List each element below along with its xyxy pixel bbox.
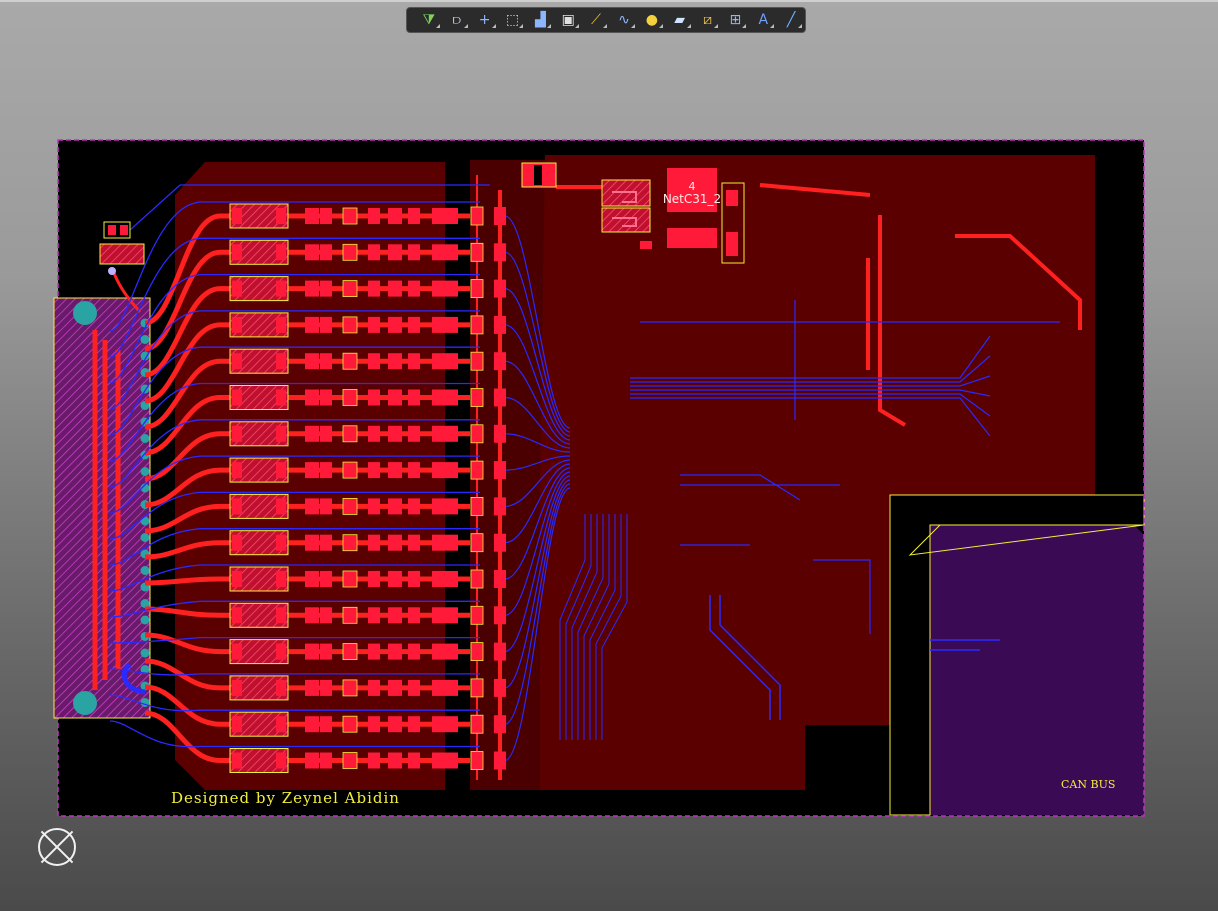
can-bus-silkscreen-text: CAN BUS: [1061, 778, 1116, 791]
net-label-name: NetC31_2: [662, 192, 722, 206]
board-origin-marker: [38, 828, 76, 866]
designer-silkscreen-text: Designed by Zeynel Abidin: [171, 789, 400, 807]
left-header-connector[interactable]: [53, 297, 151, 719]
net-label: 4 NetC31_2: [660, 180, 724, 206]
pcb-canvas[interactable]: [0, 0, 1218, 911]
